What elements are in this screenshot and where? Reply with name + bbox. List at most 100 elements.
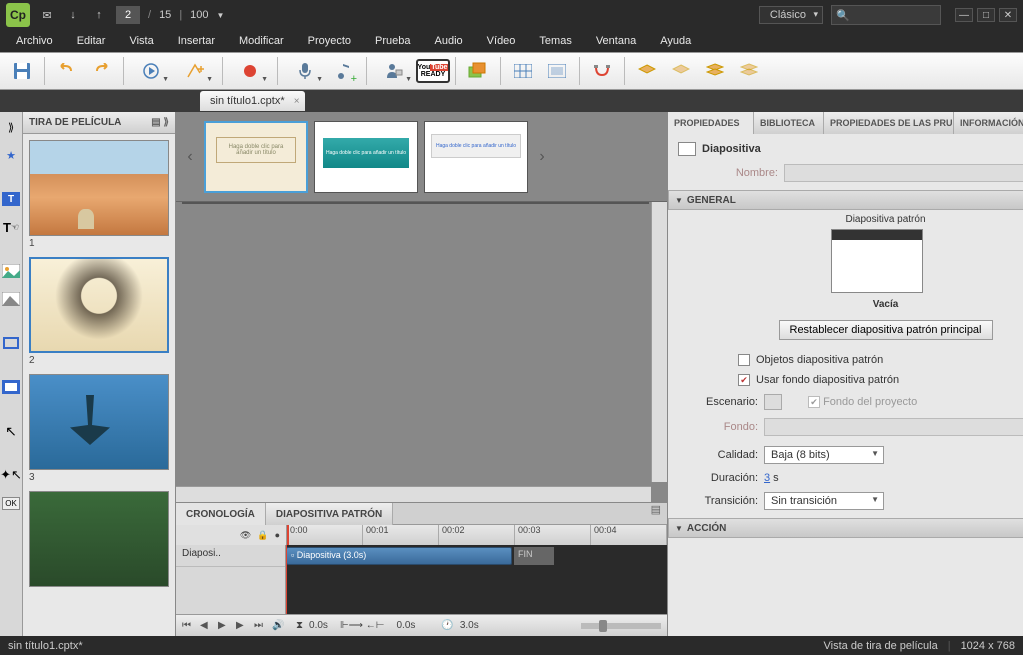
maximize-button[interactable]: □ xyxy=(977,8,995,22)
timeline-menu-icon[interactable]: ▤ xyxy=(645,503,667,524)
upload-icon[interactable]: ↑ xyxy=(90,8,108,22)
lock-icon[interactable]: 🔒 xyxy=(257,530,268,541)
image2-tool-icon[interactable] xyxy=(0,288,22,310)
menu-modificar[interactable]: Modificar xyxy=(229,32,294,50)
grid-view-button[interactable] xyxy=(507,56,539,86)
layer-button-3[interactable] xyxy=(699,56,731,86)
tab-propiedades[interactable]: PROPIEDADES xyxy=(668,112,754,134)
menu-prueba[interactable]: Prueba xyxy=(365,32,420,50)
slides-button[interactable] xyxy=(462,56,494,86)
mail-icon[interactable]: ✉ xyxy=(38,8,56,22)
menu-archivo[interactable]: Archivo xyxy=(6,32,63,50)
star-tool-icon[interactable]: ★ xyxy=(0,144,22,166)
expand-icon[interactable]: ⟫ xyxy=(0,116,22,138)
minimize-button[interactable]: — xyxy=(955,8,973,22)
filmstrip-slide-1[interactable] xyxy=(29,140,169,236)
timeline-track-label[interactable]: Diaposi.. xyxy=(176,545,285,567)
menu-temas[interactable]: Temas xyxy=(529,32,581,50)
section-accion[interactable]: ACCIÓN xyxy=(668,518,1023,538)
template-thumb-3[interactable]: Haga doble clic para añadir un título xyxy=(424,121,528,193)
filmstrip-slide-3[interactable] xyxy=(29,374,169,470)
audio-mic-button[interactable]: ▼ xyxy=(284,56,326,86)
template-prev-icon[interactable]: ‹ xyxy=(182,148,198,166)
tab-prop-pruebas[interactable]: PROPIEDADES DE LAS PRUE xyxy=(824,112,954,134)
menu-video[interactable]: Vídeo xyxy=(477,32,526,50)
master-slide-thumb[interactable] xyxy=(831,229,923,293)
filmstrip-menu-icon[interactable]: ▤ ⟫ xyxy=(151,117,169,128)
actor-button[interactable]: ▼ xyxy=(373,56,415,86)
page-current-input[interactable] xyxy=(116,6,140,24)
tl-first-icon[interactable]: ⏮ xyxy=(182,620,194,631)
filmstrip-slide-4[interactable] xyxy=(29,491,169,587)
menu-audio[interactable]: Audio xyxy=(425,32,473,50)
layer-button-4[interactable] xyxy=(733,56,765,86)
menu-insertar[interactable]: Insertar xyxy=(168,32,225,50)
tl-prev-icon[interactable]: ◀ xyxy=(200,620,212,631)
calidad-dropdown[interactable]: Baja (8 bits) xyxy=(764,446,884,464)
template-thumb-2[interactable]: Haga doble clic para añadir un título xyxy=(314,121,418,193)
dot-icon[interactable]: ● xyxy=(275,530,280,541)
menu-editar[interactable]: Editar xyxy=(67,32,116,50)
visibility-icon[interactable]: 👁 xyxy=(240,530,251,541)
search-input[interactable]: 🔍 xyxy=(831,5,941,25)
image-tool-icon[interactable] xyxy=(0,260,22,282)
reset-master-button[interactable]: Restablecer diapositiva patrón principal xyxy=(779,320,993,340)
download-icon[interactable]: ↓ xyxy=(64,8,82,22)
layer-button-1[interactable] xyxy=(631,56,663,86)
tl-play-icon[interactable]: ▶ xyxy=(218,620,230,631)
slide-tool-icon[interactable] xyxy=(0,376,22,398)
snap-button[interactable] xyxy=(586,56,618,86)
tl-audio-icon[interactable]: 🔊 xyxy=(272,620,284,631)
template-thumb-1[interactable]: Haga doble clic para añadir un título xyxy=(204,121,308,193)
document-tab[interactable]: sin título1.cptx*× xyxy=(200,91,305,111)
menu-ventana[interactable]: Ventana xyxy=(586,32,646,50)
tab-biblioteca[interactable]: BIBLIOTECA xyxy=(754,112,824,134)
layer-button-2[interactable] xyxy=(665,56,697,86)
menu-vista[interactable]: Vista xyxy=(119,32,163,50)
audio-note-button[interactable]: + xyxy=(328,56,360,86)
timeline-track-area[interactable]: ▫ Diapositiva (3.0s) FIN xyxy=(286,545,667,614)
close-button[interactable]: ✕ xyxy=(999,8,1017,22)
timeline-ruler[interactable]: 0:00 00:01 00:02 00:03 00:04 xyxy=(286,525,667,545)
stage-canvas[interactable] xyxy=(182,202,649,204)
tl-time2: 0.0s xyxy=(396,620,415,631)
workspace-dropdown[interactable]: Clásico xyxy=(759,6,823,24)
escenario-swatch[interactable] xyxy=(764,394,782,410)
record-button[interactable]: ▼ xyxy=(229,56,271,86)
chk-use-bg[interactable]: ✔ xyxy=(738,374,750,386)
stage-scrollbar-v[interactable] xyxy=(651,202,667,482)
transicion-dropdown[interactable]: Sin transición xyxy=(764,492,884,510)
pointer-tool-icon[interactable]: ↖ xyxy=(0,420,22,442)
menu-ayuda[interactable]: Ayuda xyxy=(650,32,701,50)
stage-scrollbar-h[interactable] xyxy=(176,486,651,502)
tl-last-icon[interactable]: ⏭ xyxy=(254,620,266,631)
tab-info-proyecto[interactable]: INFORMACIÓN DEL PROYEC xyxy=(954,112,1023,134)
text-tool-icon[interactable]: T xyxy=(0,188,22,210)
name-input[interactable] xyxy=(784,164,1023,182)
filmstrip-slide-2[interactable] xyxy=(29,257,169,353)
timeline-clip[interactable]: ▫ Diapositiva (3.0s) xyxy=(286,547,512,565)
section-general[interactable]: GENERAL xyxy=(668,190,1023,210)
zoom-dropdown-icon[interactable]: ▼ xyxy=(217,11,225,20)
undo-button[interactable] xyxy=(51,56,83,86)
tl-next-icon[interactable]: ▶ xyxy=(236,620,248,631)
wand-tool-icon[interactable]: ✦↖ xyxy=(0,464,22,486)
ok-button-tool-icon[interactable]: OK xyxy=(0,492,22,514)
template-next-icon[interactable]: › xyxy=(534,148,550,166)
preview-button[interactable]: ▼ xyxy=(130,56,172,86)
tl-zoom-slider[interactable] xyxy=(581,623,661,629)
status-dimensions: 1024 x 768 xyxy=(961,640,1015,652)
chk-objects[interactable] xyxy=(738,354,750,366)
publish-button[interactable]: ▼ xyxy=(174,56,216,86)
zoom-value[interactable]: 100 xyxy=(190,9,208,21)
text-select-tool-icon[interactable]: T☜ xyxy=(0,216,22,238)
save-button[interactable] xyxy=(6,56,38,86)
menu-proyecto[interactable]: Proyecto xyxy=(298,32,361,50)
close-tab-icon[interactable]: × xyxy=(294,96,300,107)
rect-tool-icon[interactable] xyxy=(0,332,22,354)
redo-button[interactable] xyxy=(85,56,117,86)
single-view-button[interactable] xyxy=(541,56,573,86)
tab-diapositiva-patron[interactable]: DIAPOSITIVA PATRÓN xyxy=(266,503,393,525)
tab-cronologia[interactable]: CRONOLOGÍA xyxy=(176,503,266,525)
youtube-button[interactable]: YouTubeREADY xyxy=(417,56,449,86)
